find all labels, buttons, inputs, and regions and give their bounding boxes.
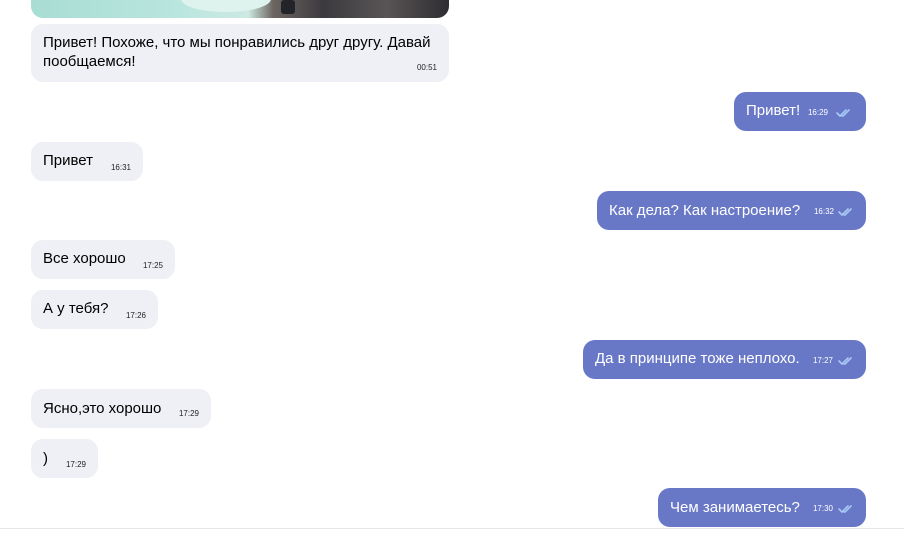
message-text: Ясно,это хорошо	[43, 400, 162, 417]
message-text: )	[43, 450, 48, 467]
message-time: 17:29	[178, 409, 199, 418]
photo-detail	[281, 0, 295, 14]
message-text: Привет	[43, 152, 94, 169]
double-check-icon	[836, 109, 850, 117]
message-text: Чем занимаетесь?	[670, 499, 800, 516]
message-text: Как дела? Как настроение?	[609, 202, 801, 219]
incoming-message[interactable]: Привет! Похоже, что мы понравились друг …	[31, 24, 449, 82]
message-text: Привет!	[746, 102, 801, 119]
message-text-line: Привет! Похоже, что мы понравились друг …	[43, 34, 431, 51]
message-time: 16:29	[807, 108, 828, 117]
outgoing-message[interactable]: Как дела? Как настроение? 16:32	[597, 191, 866, 230]
composer-divider	[0, 528, 904, 529]
message-text: А у тебя?	[43, 300, 109, 317]
double-check-icon	[838, 505, 852, 513]
message-time: 17:27	[812, 356, 833, 365]
double-check-icon	[838, 208, 852, 216]
incoming-message[interactable]: Ясно,это хорошо 17:29	[31, 389, 211, 428]
message-time: 17:30	[812, 504, 833, 513]
message-text-line: пообщаемся!	[43, 53, 136, 70]
message-time: 17:25	[142, 261, 163, 270]
photo-highlight	[181, 0, 271, 12]
incoming-message[interactable]: Все хорошо 17:25	[31, 240, 175, 279]
outgoing-message[interactable]: Чем занимаетесь? 17:30	[658, 488, 866, 527]
message-text: Да в принципе тоже неплохо.	[595, 350, 800, 367]
message-text: Все хорошо	[43, 250, 126, 267]
outgoing-message[interactable]: Привет! 16:29	[734, 92, 866, 131]
outgoing-message[interactable]: Да в принципе тоже неплохо. 17:27	[583, 340, 866, 379]
message-time: 00:51	[416, 63, 437, 72]
shared-photo[interactable]	[31, 0, 449, 18]
message-time: 16:32	[813, 207, 834, 216]
incoming-message[interactable]: А у тебя? 17:26	[31, 290, 158, 329]
incoming-message[interactable]: ) 17:29	[31, 439, 98, 478]
incoming-message[interactable]: Привет 16:31	[31, 142, 143, 181]
message-time: 17:29	[65, 460, 86, 469]
message-time: 16:31	[110, 163, 131, 172]
double-check-icon	[838, 357, 852, 365]
message-time: 17:26	[125, 311, 146, 320]
